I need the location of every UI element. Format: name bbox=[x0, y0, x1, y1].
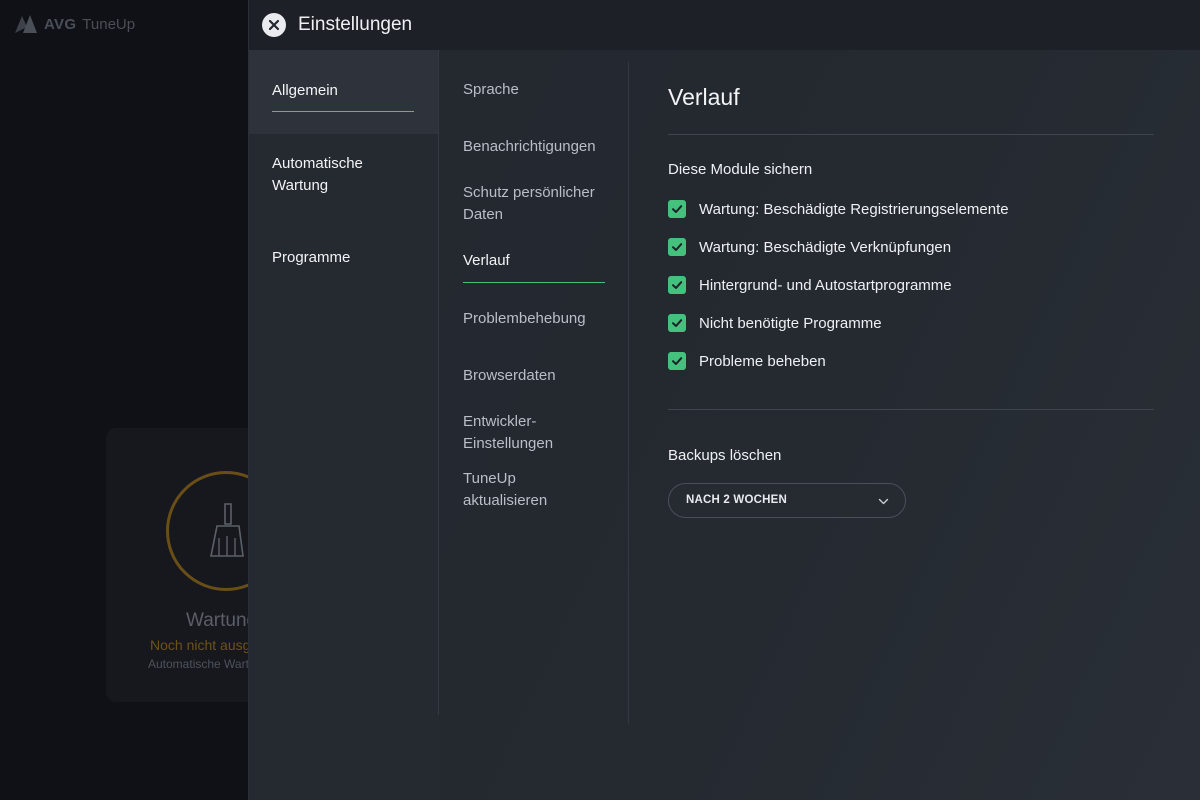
settings-panel: Einstellungen Allgemein Automatische War… bbox=[248, 0, 1200, 800]
settings-header: Einstellungen bbox=[249, 0, 1200, 50]
checkbox[interactable] bbox=[668, 238, 686, 256]
module-checkbox-row[interactable]: Wartung: Beschädigte Verknüpfungen bbox=[668, 237, 951, 257]
modules-label: Diese Module sichern bbox=[668, 161, 813, 178]
nav-item-label: Programme bbox=[272, 249, 351, 266]
nav-item-automatische-wartung[interactable]: Automatische Wartung bbox=[249, 146, 439, 212]
backups-delete-select[interactable]: NACH 2 WOCHEN bbox=[668, 483, 906, 518]
nav-divider bbox=[628, 62, 629, 724]
chevron-down-icon bbox=[878, 498, 889, 505]
nav-item-label: Automatische Wartung bbox=[272, 155, 363, 194]
primary-nav: Allgemein Automatische Wartung Programme bbox=[249, 50, 439, 800]
checkbox[interactable] bbox=[668, 276, 686, 294]
content-title: Verlauf bbox=[668, 84, 740, 110]
nav-item-benachrichtigungen[interactable]: Benachrichtigungen bbox=[463, 136, 613, 158]
nav-item-programme[interactable]: Programme bbox=[249, 236, 439, 280]
checkmark-icon bbox=[672, 205, 683, 213]
checkmark-icon bbox=[672, 319, 683, 327]
checkmark-icon bbox=[672, 357, 683, 365]
app-logo: AVG TuneUp bbox=[14, 12, 135, 36]
nav-item-entwickler-einstellungen[interactable]: Entwickler-Einstellungen bbox=[463, 411, 573, 455]
module-checkbox-row[interactable]: Hintergrund- und Autostartprogramme bbox=[668, 275, 952, 295]
close-icon bbox=[268, 19, 280, 31]
nav-item-verlauf[interactable]: Verlauf bbox=[463, 250, 613, 272]
nav-item-schutz-persoenlicher-daten[interactable]: Schutz persönlicher Daten bbox=[463, 182, 613, 226]
nav-item-tuneup-aktualisieren[interactable]: TuneUp aktualisieren bbox=[463, 468, 573, 512]
checkbox[interactable] bbox=[668, 352, 686, 370]
divider bbox=[668, 409, 1154, 410]
checkmark-icon bbox=[672, 281, 683, 289]
settings-title: Einstellungen bbox=[298, 14, 413, 35]
card-title: Wartung bbox=[186, 610, 258, 631]
select-value: NACH 2 WOCHEN bbox=[686, 494, 787, 506]
checkbox[interactable] bbox=[668, 200, 686, 218]
module-checkbox-row[interactable]: Nicht benötigte Programme bbox=[668, 313, 882, 333]
logo-brand: AVG bbox=[44, 15, 77, 33]
module-checkbox-row[interactable]: Wartung: Beschädigte Registrierungseleme… bbox=[668, 199, 1009, 219]
checkbox-label: Hintergrund- und Autostartprogramme bbox=[699, 276, 952, 294]
checkbox-label: Nicht benötigte Programme bbox=[699, 314, 882, 332]
avg-logo-icon bbox=[14, 13, 38, 35]
nav-item-label: Allgemein bbox=[272, 82, 338, 99]
backups-label: Backups löschen bbox=[668, 447, 782, 464]
nav-item-allgemein[interactable]: Allgemein bbox=[249, 50, 439, 134]
checkbox-label: Wartung: Beschädigte Verknüpfungen bbox=[699, 238, 952, 256]
nav-divider bbox=[438, 50, 439, 715]
checkmark-icon bbox=[672, 243, 683, 251]
module-checkbox-row[interactable]: Probleme beheben bbox=[668, 351, 826, 371]
close-button[interactable] bbox=[262, 13, 286, 37]
checkbox[interactable] bbox=[668, 314, 686, 332]
divider bbox=[668, 134, 1154, 135]
active-indicator bbox=[463, 282, 605, 283]
nav-item-problembehebung[interactable]: Problembehebung bbox=[463, 308, 613, 330]
checkbox-label: Probleme beheben bbox=[699, 352, 826, 370]
nav-item-sprache[interactable]: Sprache bbox=[463, 79, 613, 101]
active-indicator bbox=[272, 111, 414, 112]
broom-icon bbox=[210, 503, 244, 557]
nav-item-browserdaten[interactable]: Browserdaten bbox=[463, 365, 613, 387]
logo-product: TuneUp bbox=[82, 15, 136, 33]
checkbox-label: Wartung: Beschädigte Registrierungseleme… bbox=[699, 200, 1009, 218]
